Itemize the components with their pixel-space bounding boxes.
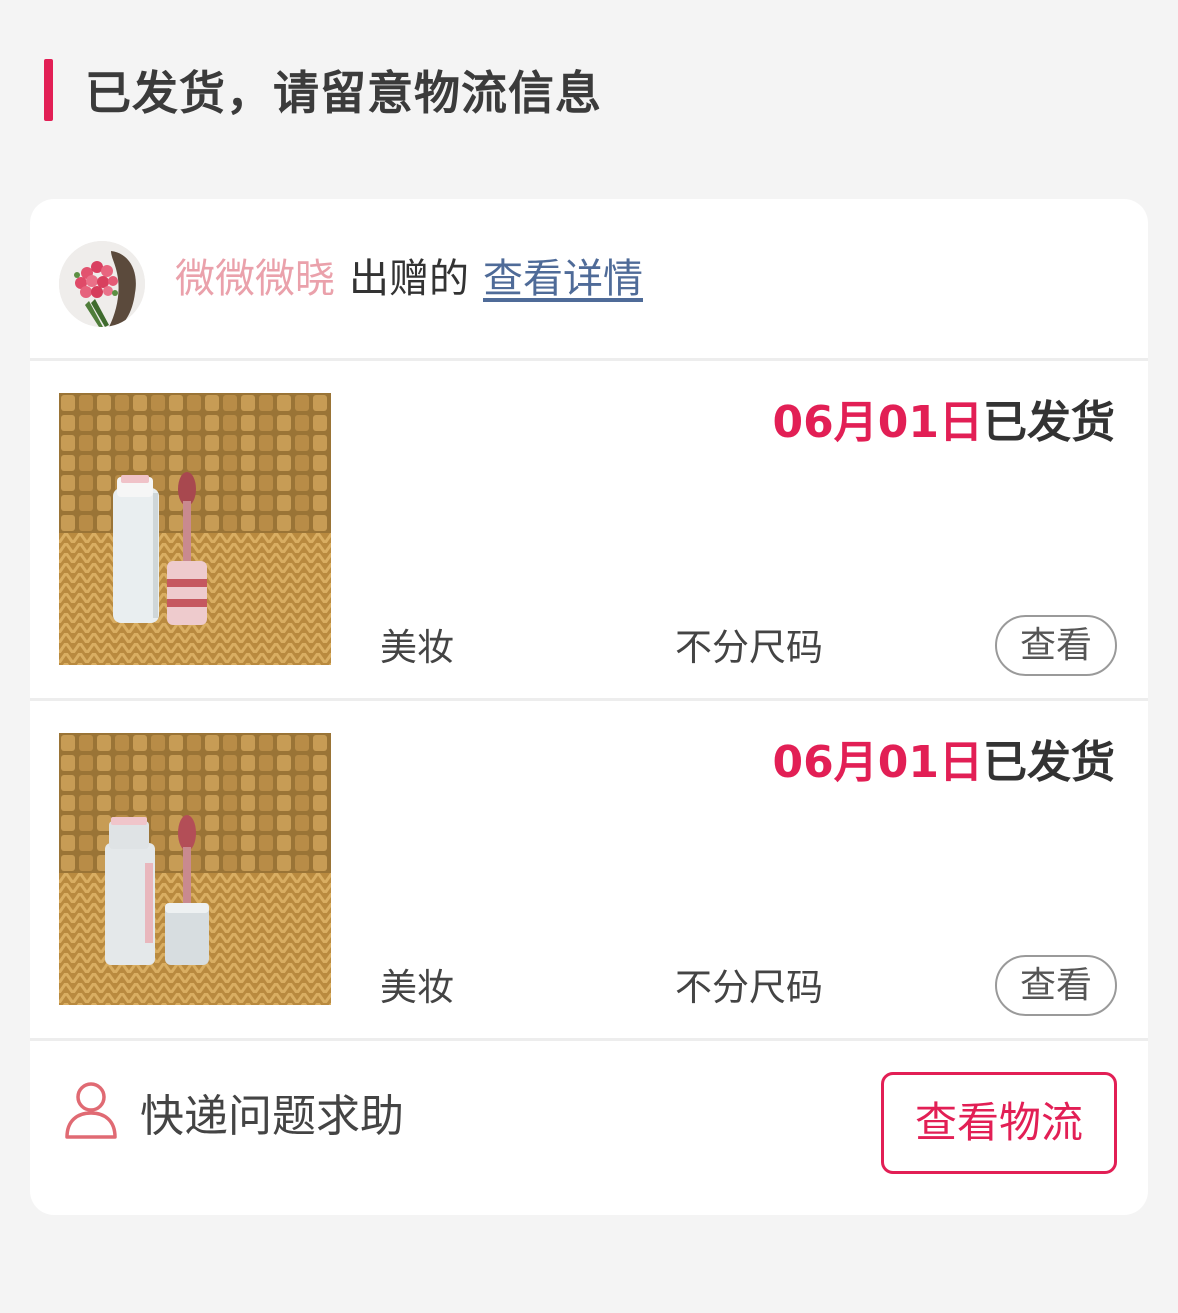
view-item-button[interactable]: 查看 (995, 615, 1117, 676)
ship-state: 已发货 (983, 737, 1115, 788)
item-category: 美妆 (380, 626, 454, 669)
view-logistics-button[interactable]: 查看物流 (881, 1072, 1117, 1174)
ship-date: 06月01日 (772, 737, 983, 788)
giver-row: 微微微晓 出赠的 查看详情 (30, 199, 1148, 359)
giver-name[interactable]: 微微微晓 (175, 256, 335, 302)
item-size: 不分尺码 (675, 626, 823, 669)
item-size: 不分尺码 (675, 966, 823, 1009)
page-title: 已发货，请留意物流信息 (85, 66, 602, 120)
item-row[interactable]: 06月01日已发货 美妆 不分尺码 查看 (30, 701, 1148, 1038)
user-icon[interactable] (63, 1081, 119, 1141)
avatar[interactable] (59, 241, 145, 327)
ship-status: 06月01日已发货 (773, 733, 1115, 793)
express-help-link[interactable]: 快递问题求助 (140, 1087, 404, 1147)
order-card: 微微微晓 出赠的 查看详情 06月01日已发货 美妆 不分尺码 查看 06月01… (30, 199, 1148, 1215)
product-image[interactable] (59, 393, 331, 665)
ship-status: 06月01日已发货 (773, 393, 1115, 453)
giver-verb: 出赠的 (349, 256, 469, 302)
giver-text: 微微微晓 出赠的 查看详情 (175, 249, 643, 309)
product-image[interactable] (59, 733, 331, 1005)
ship-state: 已发货 (983, 397, 1115, 448)
item-row[interactable]: 06月01日已发货 美妆 不分尺码 查看 (30, 361, 1148, 698)
section-header: 已发货，请留意物流信息 (44, 58, 602, 122)
footer-row: 快递问题求助 查看物流 (30, 1041, 1148, 1215)
view-item-button[interactable]: 查看 (995, 955, 1117, 1016)
page: 已发货，请留意物流信息 微微微晓 出赠的 查看详情 06月01日已发货 美妆 不… (0, 0, 1178, 1313)
accent-bar (44, 59, 53, 121)
ship-date: 06月01日 (772, 397, 983, 448)
item-category: 美妆 (380, 966, 454, 1009)
view-details-link[interactable]: 查看详情 (483, 256, 643, 302)
